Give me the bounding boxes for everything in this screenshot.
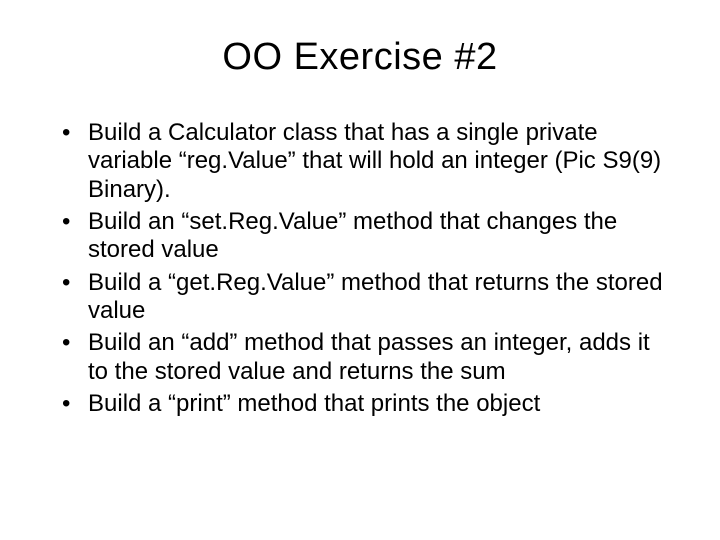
list-item: Build a “get.Reg.Value” method that retu… <box>62 269 672 326</box>
bullet-list: Build a Calculator class that has a sing… <box>62 119 672 418</box>
list-item: Build an “add” method that passes an int… <box>62 329 672 386</box>
slide: OO Exercise #2 Build a Calculator class … <box>0 0 720 540</box>
list-item: Build a Calculator class that has a sing… <box>62 119 672 204</box>
list-item: Build a “print” method that prints the o… <box>62 390 672 418</box>
list-item: Build an “set.Reg.Value” method that cha… <box>62 208 672 265</box>
slide-title: OO Exercise #2 <box>48 36 672 79</box>
